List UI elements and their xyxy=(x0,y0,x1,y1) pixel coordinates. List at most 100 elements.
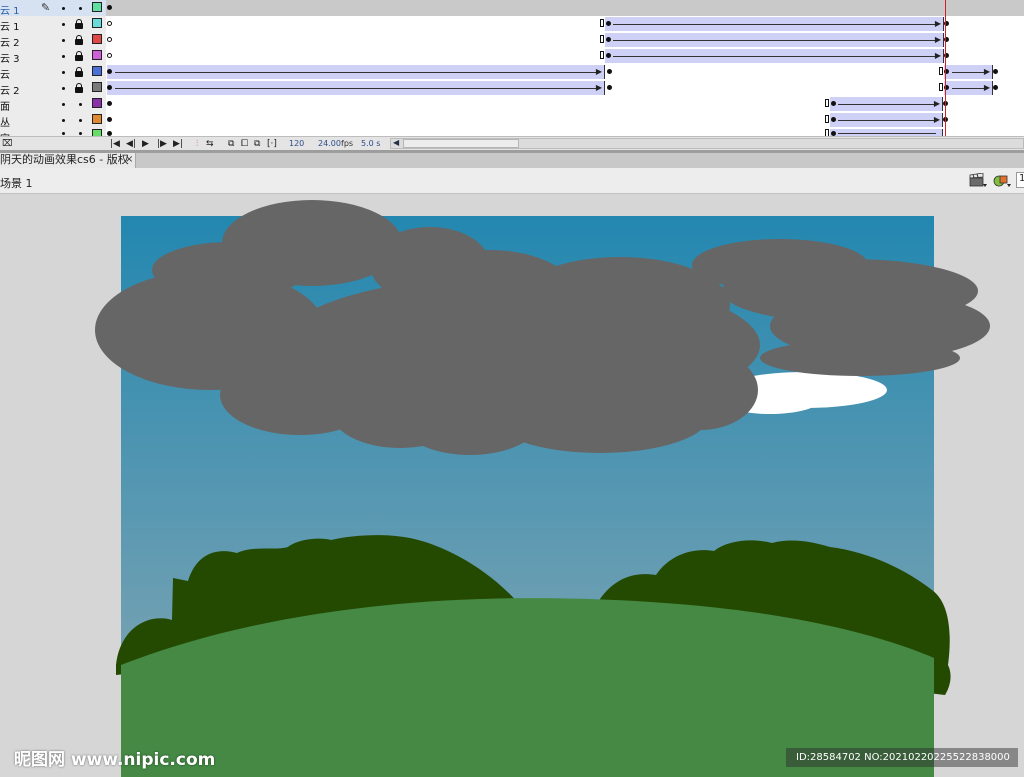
visibility-toggle[interactable] xyxy=(62,7,65,10)
layer-row[interactable]: 云 ▶ ▶ xyxy=(0,64,1024,81)
layer-header[interactable]: 云 1 xyxy=(0,16,106,33)
lock-toggle[interactable] xyxy=(79,7,82,10)
edit-multiple-frames-icon[interactable]: ⧉ xyxy=(254,138,260,150)
delete-layer-icon[interactable]: ⌧ xyxy=(2,138,12,150)
motion-tween[interactable]: ▶ xyxy=(944,81,993,95)
keyframe[interactable] xyxy=(606,37,611,42)
layer-outline-color[interactable] xyxy=(92,66,102,76)
layer-name[interactable]: 云 2 xyxy=(0,82,20,97)
keyframe[interactable] xyxy=(107,101,112,106)
lock-icon[interactable] xyxy=(75,83,83,93)
end-frame[interactable] xyxy=(600,19,604,27)
end-frame[interactable] xyxy=(825,115,829,123)
timeline-scrollbar[interactable]: ◀ xyxy=(390,138,1024,149)
layer-header[interactable]: 云 xyxy=(0,64,106,81)
layer-frames[interactable]: ▶ xyxy=(106,112,1024,128)
keyframe[interactable] xyxy=(993,85,998,90)
end-frame[interactable] xyxy=(939,67,943,75)
end-frame[interactable] xyxy=(600,35,604,43)
keyframe[interactable] xyxy=(831,117,836,122)
modify-markers-icon[interactable]: [·] xyxy=(267,138,277,150)
clapper-icon[interactable] xyxy=(969,172,987,188)
lock-toggle[interactable] xyxy=(79,119,82,122)
layer-header[interactable]: 丛 xyxy=(0,112,106,129)
playhead[interactable] xyxy=(945,0,946,137)
layer-header[interactable]: 云 3 xyxy=(0,48,106,65)
current-frame[interactable]: 120 xyxy=(289,139,304,148)
keyframe[interactable] xyxy=(993,69,998,74)
keyframe[interactable] xyxy=(606,21,611,26)
layer-frames[interactable]: ▶ xyxy=(106,96,1024,112)
end-frame[interactable] xyxy=(600,51,604,59)
layer-header[interactable]: 云 2 xyxy=(0,32,106,49)
layer-frames[interactable]: ▶ ▶ xyxy=(106,80,1024,96)
motion-tween[interactable]: ▶ xyxy=(830,113,943,127)
keyframe[interactable] xyxy=(107,5,112,10)
layer-header[interactable]: 云 1 ✎ xyxy=(0,0,106,17)
layer-header[interactable]: 云 2 xyxy=(0,80,106,97)
empty-keyframe[interactable] xyxy=(107,37,112,42)
loop-icon[interactable]: ⇆ xyxy=(206,138,214,150)
layer-name[interactable]: 丛 xyxy=(0,114,10,129)
layer-name[interactable]: 云 2 xyxy=(0,34,20,49)
visibility-toggle[interactable] xyxy=(62,23,65,26)
layer-outline-color[interactable] xyxy=(92,18,102,28)
motion-tween[interactable]: ▶ xyxy=(944,65,993,79)
layer-row[interactable]: 云 2 ▶ xyxy=(0,32,1024,49)
layer-frames[interactable]: ▶ xyxy=(106,48,1024,64)
lock-icon[interactable] xyxy=(75,51,83,61)
visibility-toggle[interactable] xyxy=(62,71,65,74)
keyframe[interactable] xyxy=(107,69,112,74)
layer-name[interactable]: 面 xyxy=(0,98,10,113)
layer-frames[interactable]: ▶ xyxy=(106,32,1024,48)
close-icon[interactable]: × xyxy=(125,153,133,167)
stage-canvas[interactable] xyxy=(0,195,1024,777)
lock-toggle[interactable] xyxy=(79,103,82,106)
layer-row[interactable]: 云 2 ▶ ▶ xyxy=(0,80,1024,97)
layer-row[interactable]: 云 1 ▶ xyxy=(0,16,1024,33)
keyframe[interactable] xyxy=(107,85,112,90)
zoom-field[interactable]: 1 xyxy=(1016,172,1024,188)
scroll-left-icon[interactable]: ◀ xyxy=(393,138,399,147)
lock-toggle[interactable] xyxy=(79,132,82,135)
layer-name[interactable]: 云 3 xyxy=(0,50,20,65)
end-frame[interactable] xyxy=(939,83,943,91)
keyframe[interactable] xyxy=(107,117,112,122)
motion-tween[interactable]: ▶ xyxy=(830,97,943,111)
layer-outline-color[interactable] xyxy=(92,98,102,108)
center-frame-icon[interactable]: ⫶ xyxy=(196,138,198,150)
play-icon[interactable]: ▶ xyxy=(142,138,149,150)
motion-tween[interactable]: ▶ xyxy=(605,49,944,63)
motion-tween[interactable]: ▶ xyxy=(107,65,605,79)
layer-row[interactable]: 面 ▶ xyxy=(0,96,1024,113)
visibility-toggle[interactable] xyxy=(62,39,65,42)
frame-rate[interactable]: 24.00 xyxy=(318,139,341,148)
visibility-toggle[interactable] xyxy=(62,132,65,135)
layer-outline-color[interactable] xyxy=(92,2,102,12)
layer-frames[interactable]: ▶ xyxy=(106,16,1024,32)
goto-first-frame-icon[interactable]: |◀ xyxy=(110,138,120,150)
lock-icon[interactable] xyxy=(75,35,83,45)
keyframe[interactable] xyxy=(607,85,612,90)
scene-breadcrumb[interactable]: 场景 1 xyxy=(0,175,33,191)
document-tab[interactable]: 阴天的动画效果cs6 - 版权 × xyxy=(0,153,136,168)
layer-outline-color[interactable] xyxy=(92,50,102,60)
layer-row[interactable]: 云 1 ✎ xyxy=(0,0,1024,17)
empty-keyframe[interactable] xyxy=(107,53,112,58)
onion-outline-icon[interactable]: ⧠ xyxy=(241,138,248,150)
motion-tween[interactable]: ▶ xyxy=(605,33,944,47)
layer-outline-color[interactable] xyxy=(92,114,102,124)
onion-skin-icon[interactable]: ⧉ xyxy=(228,138,234,150)
layer-header[interactable]: 面 xyxy=(0,96,106,113)
keyframe[interactable] xyxy=(607,69,612,74)
empty-keyframe[interactable] xyxy=(107,21,112,26)
layer-frames[interactable] xyxy=(106,0,1024,16)
step-forward-icon[interactable]: |▶ xyxy=(157,138,167,150)
layer-outline-color[interactable] xyxy=(92,82,102,92)
visibility-toggle[interactable] xyxy=(62,119,65,122)
document-tab-title[interactable]: 阴天的动画效果cs6 - 版权 xyxy=(0,153,129,166)
layer-row[interactable]: 丛 ▶ xyxy=(0,112,1024,129)
keyframe[interactable] xyxy=(831,101,836,106)
end-frame[interactable] xyxy=(825,99,829,107)
layer-outline-color[interactable] xyxy=(92,34,102,44)
